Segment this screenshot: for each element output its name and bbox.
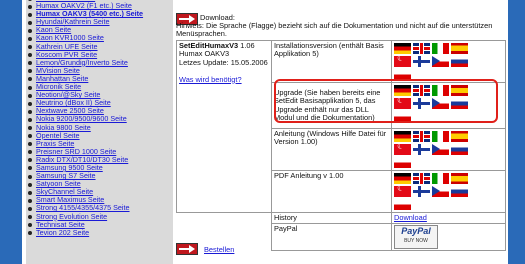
history-label: History <box>274 213 297 222</box>
polish-flag-icon[interactable] <box>394 157 411 168</box>
german-flag-icon[interactable] <box>394 43 411 54</box>
table-row-manual: Anleitung (Windows Hilfe Datei für Versi… <box>271 128 392 171</box>
flags-cell <box>391 170 506 213</box>
finnish-flag-icon[interactable] <box>413 56 430 67</box>
paypal-label-cell: PayPal <box>271 223 392 252</box>
sidebar-list: Humax 5600 SeiteHumax OAKV2 (F1 etc.) Se… <box>26 0 143 237</box>
german-flag-icon[interactable] <box>394 131 411 142</box>
row-label: Installationsversion (enthält Basis Appl… <box>274 41 384 59</box>
arrow-icon <box>176 243 198 255</box>
history-label-cell: History <box>271 211 392 225</box>
italian-flag-icon[interactable] <box>432 173 449 184</box>
product-version: 1.06 <box>240 41 255 50</box>
table-row-pdf: PDF Anleitung v 1.00 <box>271 170 392 213</box>
sidebar-nav: Humax 5600 SeiteHumax OAKV2 (F1 etc.) Se… <box>26 0 173 264</box>
order-row: Bestellen <box>176 243 234 255</box>
language-flags <box>394 172 474 211</box>
main-content: Download: Hinweis: Die Sprache (Flagge) … <box>176 0 506 264</box>
polish-flag-icon[interactable] <box>394 199 411 210</box>
download-table: SetEditHumaxV3 1.06 Humax OAKV3 Letzes U… <box>176 40 506 252</box>
buy-now-label: BUY NOW <box>404 238 428 245</box>
right-frame-bar <box>508 0 525 264</box>
requirements-link[interactable]: Was wird benötigt? <box>179 75 242 84</box>
russian-flag-icon[interactable] <box>451 144 468 155</box>
last-update: Letzes Update: 15.05.2006 <box>179 57 268 67</box>
sidebar-item: Tevion 202 Seite <box>26 228 143 237</box>
russian-flag-icon[interactable] <box>451 186 468 197</box>
spanish-flag-icon[interactable] <box>451 43 468 54</box>
italian-flag-icon[interactable] <box>432 131 449 142</box>
paypal-logo: PayPal <box>401 226 431 237</box>
product-info-cell: SetEditHumaxV3 1.06 Humax OAKV3 Letzes U… <box>176 40 272 213</box>
language-flags <box>394 130 474 169</box>
czech-flag-icon[interactable] <box>432 144 449 155</box>
czech-flag-icon[interactable] <box>432 56 449 67</box>
turkish-flag-icon[interactable] <box>394 186 411 197</box>
english-flag-icon[interactable] <box>413 131 430 142</box>
sidebar-link[interactable]: Tevion 202 Seite <box>36 228 89 237</box>
history-link-cell: Download <box>391 211 506 225</box>
german-flag-icon[interactable] <box>394 173 411 184</box>
flags-cell <box>391 40 506 83</box>
russian-flag-icon[interactable] <box>451 56 468 67</box>
paypal-buy-now-button[interactable]: PayPal BUY NOW <box>394 225 438 250</box>
empty-cell <box>177 213 272 224</box>
english-flag-icon[interactable] <box>413 43 430 54</box>
spanish-flag-icon[interactable] <box>451 173 468 184</box>
row-label: PDF Anleitung v 1.00 <box>274 171 344 180</box>
spanish-flag-icon[interactable] <box>451 131 468 142</box>
english-flag-icon[interactable] <box>413 173 430 184</box>
czech-flag-icon[interactable] <box>432 186 449 197</box>
italian-flag-icon[interactable] <box>432 43 449 54</box>
upgrade-highlight-box <box>274 79 498 123</box>
language-flags <box>394 42 474 81</box>
table-row-install: Installationsversion (enthält Basis Appl… <box>271 40 392 83</box>
turkish-flag-icon[interactable] <box>394 144 411 155</box>
flags-cell <box>391 128 506 171</box>
history-download-link[interactable]: Download <box>394 213 427 222</box>
paypal-label: PayPal <box>274 224 298 234</box>
paypal-button-cell: PayPal BUY NOW <box>391 223 506 252</box>
turkish-flag-icon[interactable] <box>394 56 411 67</box>
finnish-flag-icon[interactable] <box>413 144 430 155</box>
order-link[interactable]: Bestellen <box>204 245 234 254</box>
language-hint: Hinweis: Die Sprache (Flagge) bezieht si… <box>176 21 493 39</box>
finnish-flag-icon[interactable] <box>413 186 430 197</box>
row-label: Anleitung (Windows Hilfe Datei für Versi… <box>274 129 387 147</box>
left-frame-bar <box>0 0 22 264</box>
